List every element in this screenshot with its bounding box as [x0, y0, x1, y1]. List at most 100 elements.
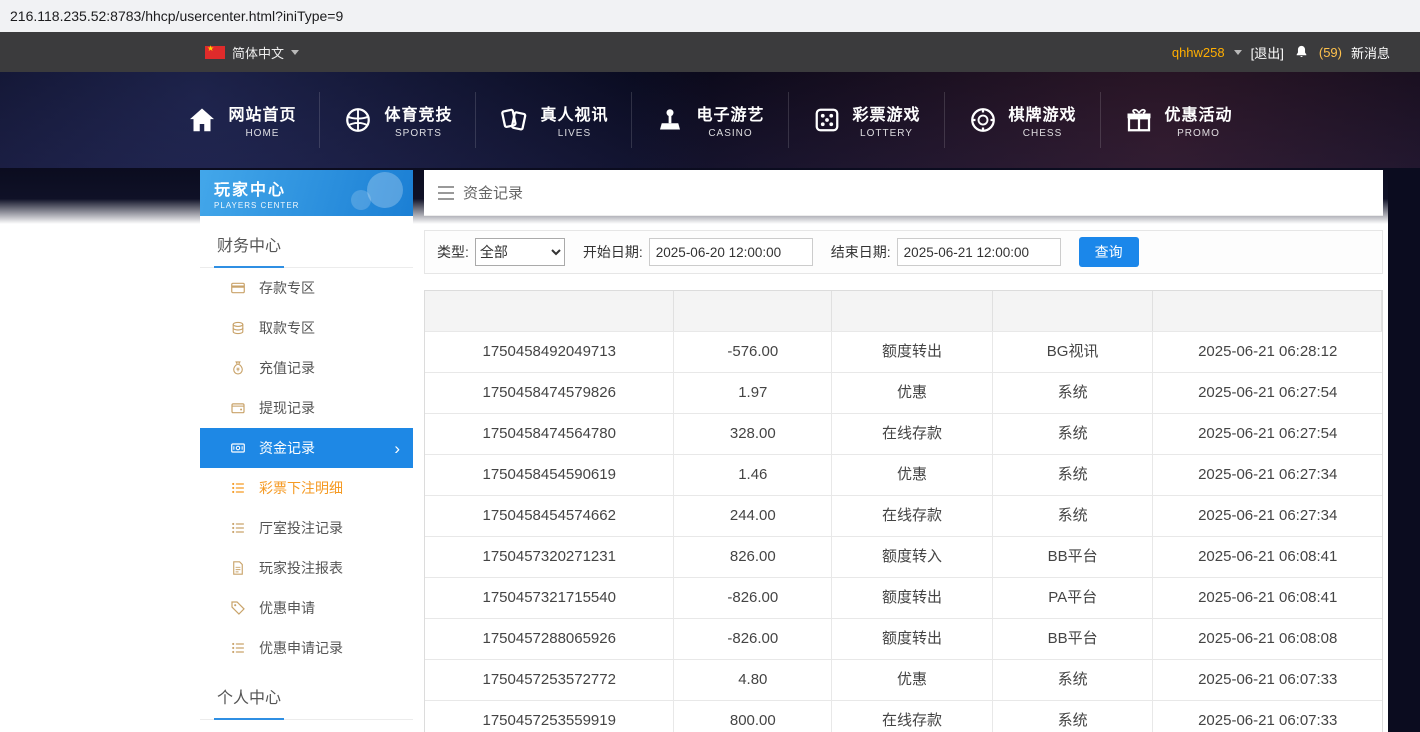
main-content: 资金记录 类型: 全部 开始日期: 结束日期: 查询 1750458492049…	[424, 170, 1383, 732]
sidebar-item[interactable]: 存款专区	[200, 268, 413, 308]
cell-process-time: 2025-06-21 06:07:33	[1153, 700, 1382, 732]
nav-item[interactable]: 彩票游戏 LOTTERY	[788, 92, 944, 148]
sidebar-item-label: 优惠申请记录	[259, 638, 343, 658]
sidebar-item[interactable]: 提现记录	[200, 388, 413, 428]
sidebar-item[interactable]: 彩票下注明细	[200, 468, 413, 508]
cell-process-time: 2025-06-21 06:27:34	[1153, 454, 1382, 495]
start-date-input[interactable]	[649, 238, 813, 266]
browser-url-bar[interactable]: 216.118.235.52:8783/hhcp/usercenter.html…	[0, 0, 1420, 32]
sidebar-section-personal: 个人中心	[200, 668, 413, 720]
background-right-strip	[1388, 168, 1420, 732]
table-row: 1750458454590619 1.46 优惠 系统 2025-06-21 0…	[425, 454, 1382, 495]
sidebar-item[interactable]: 厅室投注记录	[200, 508, 413, 548]
sidebar-item-label: 取款专区	[259, 318, 315, 338]
page-url[interactable]: 216.118.235.52:8783/hhcp/usercenter.html…	[10, 8, 343, 24]
cell-project: 系统	[993, 495, 1154, 536]
page: 216.118.235.52:8783/hhcp/usercenter.html…	[0, 0, 1420, 732]
main-nav: 网站首页 HOME 体育竞技 SPORTS 真人视讯 LIVES 电子游艺	[0, 72, 1420, 168]
cell-order-id: 1750457320271231	[425, 536, 674, 577]
menu-icon	[438, 186, 454, 200]
table-row: 1750458474579826 1.97 优惠 系统 2025-06-21 0…	[425, 372, 1382, 413]
cell-order-id: 1750458454574662	[425, 495, 674, 536]
end-date-label: 结束日期:	[831, 242, 891, 262]
nav-item[interactable]: 真人视讯 LIVES	[475, 92, 631, 148]
messages-link[interactable]: 新消息	[1351, 43, 1390, 62]
table-header-cell	[425, 291, 674, 331]
cell-order-id: 1750458474579826	[425, 372, 674, 413]
table-row: 1750457321715540 -826.00 额度转出 PA平台 2025-…	[425, 577, 1382, 618]
sidebar-section-label: 财务中心	[214, 232, 284, 268]
cell-type: 在线存款	[832, 495, 993, 536]
cell-process-time: 2025-06-21 06:08:08	[1153, 618, 1382, 659]
sidebar-item-label: 资金记录	[259, 438, 315, 458]
lottery-detail-icon	[230, 480, 246, 496]
sidebar-item[interactable]: 优惠申请记录	[200, 628, 413, 668]
breadcrumb-label: 资金记录	[463, 182, 523, 203]
table-header-row	[425, 291, 1382, 331]
cell-process-time: 2025-06-21 06:07:33	[1153, 659, 1382, 700]
cell-type: 优惠	[832, 659, 993, 700]
sidebar-header: 玩家中心 PLAYERS CENTER	[200, 170, 413, 216]
language-selector[interactable]: 简体中文	[205, 43, 299, 62]
nav-item[interactable]: 网站首页 HOME	[164, 92, 319, 148]
nav-item-subtitle: SPORTS	[395, 128, 442, 139]
cell-order-id: 1750458454590619	[425, 454, 674, 495]
table-row: 1750458474564780 328.00 在线存款 系统 2025-06-…	[425, 413, 1382, 454]
cell-process-time: 2025-06-21 06:28:12	[1153, 331, 1382, 372]
sidebar-item-label: 优惠申请	[259, 598, 315, 618]
withdraw-icon	[230, 320, 246, 336]
lottery-icon	[812, 105, 842, 135]
bell-icon[interactable]	[1293, 44, 1310, 61]
username[interactable]: qhhw258	[1172, 45, 1225, 60]
filter-bar: 类型: 全部 开始日期: 结束日期: 查询	[424, 230, 1383, 274]
nav-item-subtitle: PROMO	[1177, 128, 1220, 139]
cell-project: 系统	[993, 413, 1154, 454]
cell-project: 系统	[993, 372, 1154, 413]
nav-item-subtitle: LIVES	[558, 128, 591, 139]
sidebar-section-finance: 财务中心	[200, 216, 413, 268]
hall-bet-icon	[230, 520, 246, 536]
cell-project: BB平台	[993, 536, 1154, 577]
cell-amount: 800.00	[674, 700, 832, 732]
nav-item[interactable]: 电子游艺 CASINO	[631, 92, 787, 148]
sidebar-item-label: 彩票下注明细	[259, 478, 343, 498]
nav-item-title: 真人视讯	[540, 101, 608, 125]
table-header-cell	[993, 291, 1154, 331]
start-date-label: 开始日期:	[583, 242, 643, 262]
cell-type: 在线存款	[832, 413, 993, 454]
chevron-right-icon	[394, 440, 400, 457]
table-row: 1750457253559919 800.00 在线存款 系统 2025-06-…	[425, 700, 1382, 732]
sidebar-item[interactable]: 优惠申请	[200, 588, 413, 628]
nav-item[interactable]: 棋牌游戏 CHESS	[944, 92, 1100, 148]
sidebar-item-label: 存款专区	[259, 278, 315, 298]
cell-amount: 244.00	[674, 495, 832, 536]
sidebar-item[interactable]: 取款专区	[200, 308, 413, 348]
funds-table: 1750458492049713 -576.00 额度转出 BG视讯 2025-…	[424, 290, 1383, 732]
cell-project: PA平台	[993, 577, 1154, 618]
sidebar-item[interactable]: 充值记录	[200, 348, 413, 388]
search-button[interactable]: 查询	[1079, 237, 1139, 267]
report-icon	[230, 560, 246, 576]
funds-icon	[230, 440, 246, 456]
nav-item-title: 棋牌游戏	[1009, 101, 1077, 125]
cell-order-id: 1750458474564780	[425, 413, 674, 454]
cell-order-id: 1750457253559919	[425, 700, 674, 732]
cell-order-id: 1750457288065926	[425, 618, 674, 659]
logout-button[interactable]: [退出]	[1251, 43, 1284, 62]
cell-type: 额度转出	[832, 618, 993, 659]
caret-down-icon[interactable]	[1234, 50, 1242, 55]
sidebar-item[interactable]: 玩家投注报表	[200, 548, 413, 588]
nav-item[interactable]: 优惠活动 PROMO	[1100, 92, 1256, 148]
breadcrumb: 资金记录	[424, 170, 1383, 216]
table-header-cell	[1153, 291, 1382, 331]
cell-process-time: 2025-06-21 06:27:34	[1153, 495, 1382, 536]
cell-process-time: 2025-06-21 06:27:54	[1153, 372, 1382, 413]
home-icon	[187, 105, 217, 135]
cell-type: 优惠	[832, 454, 993, 495]
nav-item[interactable]: 体育竞技 SPORTS	[319, 92, 475, 148]
message-count[interactable]: (59)	[1319, 45, 1342, 60]
language-label: 简体中文	[232, 43, 284, 62]
end-date-input[interactable]	[897, 238, 1061, 266]
sidebar-item[interactable]: 资金记录	[200, 428, 413, 468]
type-select[interactable]: 全部	[475, 238, 565, 266]
